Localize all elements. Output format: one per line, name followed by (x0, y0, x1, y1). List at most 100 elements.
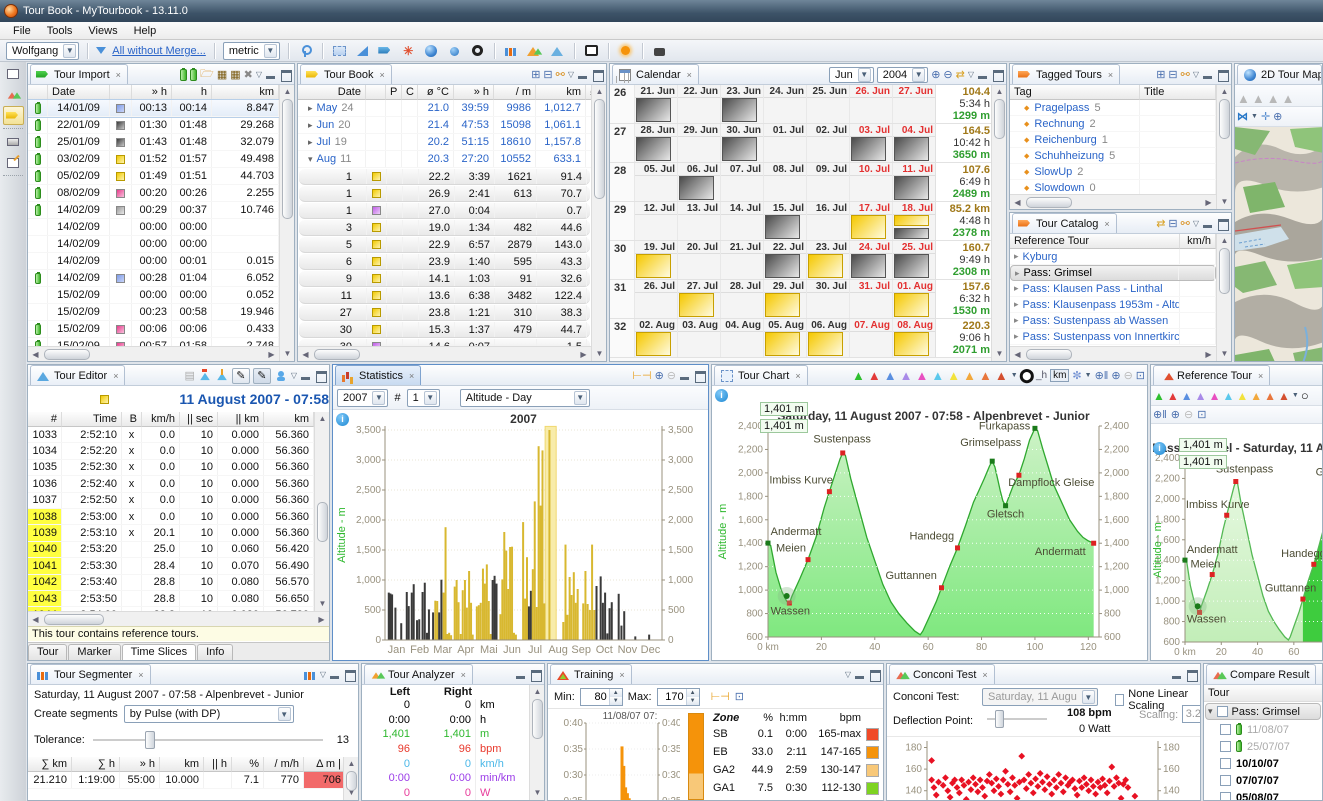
tab-conconi-test[interactable]: Conconi Test× (889, 664, 995, 684)
tour-type-triangle-icon[interactable]: ▲ (1264, 389, 1276, 403)
zoom-in-icon[interactable]: ⊕ (1111, 369, 1120, 382)
expand-all-icon[interactable]: ⊞ (531, 68, 540, 81)
vertical-scrollbar[interactable]: ▲▼ (343, 757, 358, 800)
tab-reference-tour[interactable]: Reference Tour× (1153, 365, 1270, 385)
compare-item-row[interactable]: 05/08/07 (1204, 789, 1322, 800)
scroll-down-icon[interactable]: ▼ (992, 347, 1006, 361)
globe-icon[interactable] (423, 42, 440, 59)
tour-type-triangle-icon[interactable]: ▲ (1209, 389, 1221, 403)
scroll-up-icon[interactable]: ▲ (530, 685, 544, 699)
table-row[interactable]: 14/02/0900:0000:010.015 (28, 253, 279, 270)
scroll-right-icon[interactable]: ▶ (264, 347, 279, 361)
tour-type-triangle-icon[interactable]: ▲ (1250, 389, 1262, 403)
tab-tour-editor[interactable]: Tour Editor× (30, 365, 125, 385)
calendar-day-cell[interactable]: 17. Jul (849, 202, 892, 240)
tour-type-triangle-icon[interactable]: ▲ (1222, 389, 1234, 403)
tour-type-triangle-icon[interactable]: ▲ (915, 368, 928, 383)
scroll-down-icon[interactable]: ▼ (280, 347, 294, 361)
calendar-day-cell[interactable]: 22. Jun (677, 85, 720, 123)
maximize-icon[interactable] (592, 70, 604, 80)
expand-icon[interactable]: ▸ (1014, 283, 1019, 294)
tour-block[interactable] (765, 215, 800, 239)
tour-type-triangle-icon[interactable]: ▲ (1153, 389, 1165, 403)
expand-icon[interactable]: ▸ (308, 137, 313, 148)
scroll-left-icon[interactable]: ◀ (28, 347, 43, 361)
calendar-day-cell[interactable]: 10. Jul (849, 163, 892, 201)
chevron-down-icon[interactable]: ▼ (1292, 392, 1299, 399)
table-row[interactable]: 122.23:39162191.4 (299, 168, 590, 185)
bar-layout-icon[interactable]: ⊢⊣ (711, 690, 730, 703)
tab-close-icon[interactable]: × (1104, 219, 1109, 229)
calendar-day-cell[interactable]: 07. Jul (720, 163, 763, 201)
calendar-day-cell[interactable]: 06. Jul (677, 163, 720, 201)
table-row[interactable]: ▸Jun2021.447:53150981,061.1 (298, 117, 591, 134)
calendar-day-cell[interactable]: 11. Jul (892, 163, 935, 201)
table-row[interactable]: 05/02/0901:4901:5144.703 (28, 168, 279, 185)
compare-item-row[interactable]: 25/07/07 (1204, 738, 1322, 755)
table-row[interactable]: 14/02/0900:0000:00 (28, 236, 279, 253)
sync-map-icon[interactable]: ⋈ (1237, 110, 1248, 123)
tab-2d-tour-map[interactable]: 2D Tour Map (1237, 64, 1322, 84)
maximize-icon[interactable] (992, 70, 1004, 80)
center-map-icon[interactable]: ✛ (1261, 110, 1270, 123)
maximize-icon[interactable] (1217, 219, 1229, 229)
tour-block[interactable] (636, 137, 671, 161)
tour-block[interactable] (851, 254, 886, 278)
tab-compare-result[interactable]: Compare Result (1206, 664, 1316, 684)
column-header[interactable]: » h (454, 85, 494, 100)
view-menu-icon[interactable]: ▽ (845, 670, 851, 679)
calendar-day-cell[interactable]: 08. Aug (892, 319, 935, 357)
save-icon[interactable]: ▤ (184, 369, 194, 382)
scrollbar-thumb[interactable] (282, 99, 293, 219)
calendar-day-cell[interactable]: 28. Jul (720, 280, 763, 318)
tour-type-triangle-icon[interactable]: ▲ (979, 368, 992, 383)
calendar-day-cell[interactable]: 13. Jul (677, 202, 720, 240)
tab-close-icon[interactable]: × (116, 70, 121, 80)
table-row[interactable]: 14/02/0900:0000:00 (28, 219, 279, 236)
tab-close-icon[interactable]: × (1108, 70, 1113, 80)
calendar-day-cell[interactable]: 27. Jun (892, 85, 935, 123)
table-row[interactable]: 1113.66:383482122.4 (299, 287, 590, 304)
minimize-icon[interactable] (977, 70, 989, 80)
calendar-day-cell[interactable]: 05. Jul (634, 163, 677, 201)
calendar-day-cell[interactable]: 23. Jul (806, 241, 849, 279)
expand-icon[interactable]: ▸ (1014, 299, 1019, 310)
search-tours-icon[interactable] (651, 42, 668, 59)
print-icon[interactable] (3, 132, 24, 151)
tab-statistics[interactable]: Statistics× (335, 365, 421, 385)
maximize-icon[interactable] (315, 371, 327, 381)
menu-help[interactable]: Help (127, 24, 164, 38)
minimize-icon[interactable] (300, 371, 312, 381)
maximize-icon[interactable] (1186, 670, 1198, 680)
calendar-day-cell[interactable]: 02. Aug (634, 319, 677, 357)
edit-slices-icon[interactable]: ✎ (253, 368, 271, 384)
tour-triangle-icon[interactable]: ▲ (1282, 91, 1295, 106)
tour-type-triangle-icon[interactable]: ▲ (931, 368, 944, 383)
tab-tour-analyzer[interactable]: Tour Analyzer× (364, 664, 473, 684)
minimize-icon[interactable] (515, 670, 527, 680)
minimize-icon[interactable] (577, 70, 589, 80)
table-row[interactable]: 15/02/0900:2300:5819.946 (28, 304, 279, 321)
tab-close-icon[interactable]: × (687, 70, 692, 80)
calendar-day-cell[interactable]: 23. Jun (720, 85, 763, 123)
expand-all-icon[interactable]: ⊞ (1156, 68, 1165, 81)
stat-year-combo[interactable]: 2007▼ (337, 389, 388, 407)
table-row[interactable]: 2723.81:2131038.3 (299, 304, 590, 321)
calendar-day-cell[interactable]: 29. Jun (677, 124, 720, 162)
item-checkbox[interactable] (1220, 758, 1231, 769)
table-row[interactable]: ◆Slowdown0 (1010, 180, 1216, 194)
maximize-icon[interactable] (1217, 70, 1229, 80)
tour-block[interactable] (894, 215, 929, 226)
column-header[interactable]: km/h (1180, 234, 1216, 249)
scrollbar-thumb[interactable] (1219, 99, 1230, 139)
tour-block[interactable] (765, 293, 800, 317)
table-row[interactable]: 10392:53:10x20.1100.00056.360 (28, 525, 314, 541)
tab-tour-book[interactable]: Tour Book× (300, 64, 392, 84)
tour-block[interactable] (894, 293, 929, 317)
table-row[interactable]: ◆Reichenburg1 (1010, 132, 1216, 148)
tab-close-icon[interactable]: × (619, 670, 624, 680)
zoom-in-icon[interactable]: ⊕ (931, 68, 940, 81)
maximize-icon[interactable] (869, 670, 881, 680)
table-row[interactable]: 914.11:039132.6 (299, 270, 590, 287)
tab-close-icon[interactable]: × (113, 371, 118, 381)
